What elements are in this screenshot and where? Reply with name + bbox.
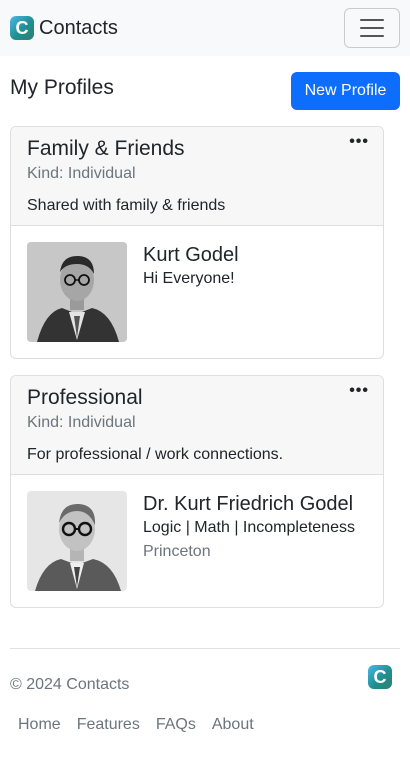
footer-link-about[interactable]: About: [204, 716, 262, 734]
hamburger-icon: [360, 19, 384, 21]
profile-card: Professional Kind: Individual For profes…: [10, 375, 384, 608]
footer-nav: Home Features FAQs About: [10, 716, 262, 734]
contact-tagline: Hi Everyone!: [143, 270, 235, 287]
contact-organization: Princeton: [143, 543, 211, 560]
top-navbar: C Contacts: [0, 0, 410, 56]
page-header: My Profiles New Profile: [10, 72, 400, 110]
hamburger-menu-button[interactable]: [344, 8, 400, 48]
footer-divider: [10, 648, 400, 649]
page-title: My Profiles: [10, 76, 114, 99]
more-options-icon[interactable]: •••: [349, 133, 369, 151]
profile-card-header: Family & Friends Kind: Individual Shared…: [11, 127, 383, 226]
contact-entry[interactable]: Dr. Kurt Friedrich Godel Logic | Math | …: [11, 475, 383, 607]
profile-title: Professional: [27, 386, 143, 409]
contact-photo: [27, 242, 127, 342]
brand-name: Contacts: [39, 16, 118, 39]
footer-link-features[interactable]: Features: [69, 716, 148, 734]
profile-title: Family & Friends: [27, 137, 185, 160]
profile-kind: Kind: Individual: [27, 165, 136, 182]
footer-link-faqs[interactable]: FAQs: [148, 716, 204, 734]
contact-photo: [27, 491, 127, 591]
contact-name: Kurt Godel: [143, 244, 239, 266]
app-logo-icon: C: [10, 16, 34, 40]
more-options-icon[interactable]: •••: [349, 382, 369, 400]
app-logo-icon: C: [368, 665, 392, 689]
new-profile-button[interactable]: New Profile: [291, 72, 400, 110]
footer-copyright: © 2024 Contacts: [10, 676, 130, 693]
profile-card-header: Professional Kind: Individual For profes…: [11, 376, 383, 475]
brand-link[interactable]: C Contacts: [10, 16, 118, 40]
profile-description: For professional / work connections.: [27, 446, 284, 463]
contact-name: Dr. Kurt Friedrich Godel: [143, 493, 354, 515]
profile-description: Shared with family & friends: [27, 197, 226, 214]
profile-kind: Kind: Individual: [27, 414, 136, 431]
contact-tagline: Logic | Math | Incompleteness: [143, 519, 355, 536]
footer-link-home[interactable]: Home: [10, 716, 69, 734]
contact-entry[interactable]: Kurt Godel Hi Everyone!: [11, 226, 383, 358]
footer-logo-icon: C: [368, 665, 392, 689]
profile-card: Family & Friends Kind: Individual Shared…: [10, 126, 384, 359]
